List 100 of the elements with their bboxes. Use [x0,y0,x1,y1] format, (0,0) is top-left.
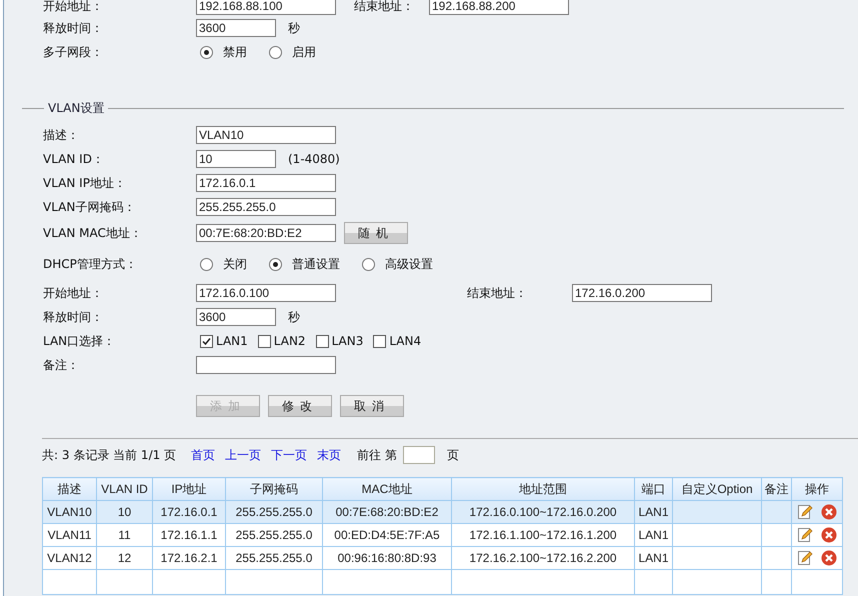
field-label: VLAN ID： [43,150,105,168]
radio-icon[interactable] [269,46,282,58]
radio-icon[interactable] [362,258,375,270]
hint-label: (1-4080) [288,152,340,166]
table-row[interactable]: VLAN10 10 172.16.0.1 255.255.255.0 00:7E:68:20:BD:E2 172.16.0.100~172.16.0.200 LAN1 [42,500,842,524]
edit-icon[interactable] [797,504,813,520]
radio-icon[interactable] [200,46,213,58]
input-field[interactable]: 255.255.255.0 [196,198,336,216]
table-cell: LAN1 [638,505,669,519]
page-link[interactable]: 末页 [317,446,342,464]
edit-icon[interactable] [797,550,813,566]
field-label: 结束地址： [467,284,528,302]
checkbox-option[interactable]: LAN3 [316,334,364,348]
input-field[interactable]: VLAN10 [196,126,336,144]
table-cell: 255.255.255.0 [236,528,312,542]
input-field[interactable]: 00:7E:68:20:BD:E2 [196,224,336,242]
input-field[interactable]: 3600 [196,308,276,326]
page-link[interactable]: 下一页 [271,446,308,464]
table-cell: 11 [118,528,131,542]
table-cell: 172.16.1.1 [160,528,218,542]
radio-option[interactable]: 高级设置 [362,256,433,272]
table-cell: VLAN12 [47,551,92,565]
column-header: 操作 [792,478,842,500]
checkbox-icon[interactable] [373,334,386,348]
checkbox-option[interactable]: LAN2 [258,334,306,348]
table-cell: 172.16.2.1 [160,551,218,565]
column-header: 备注 [762,478,792,500]
table-cell: LAN1 [638,528,669,542]
radio-option[interactable]: 禁用 [200,44,247,60]
table-cell: 172.16.2.100~172.16.2.200 [469,551,617,565]
input-field[interactable] [196,356,336,374]
table-cell: 255.255.255.0 [236,551,312,565]
table-cell: VLAN10 [47,505,92,519]
table-cell: 00:7E:68:20:BD:E2 [336,505,438,519]
field-label: 多子网段： [43,44,104,60]
table-cell: 00:ED:D4:5E:7F:A5 [334,528,440,542]
table-cell: 255.255.255.0 [236,505,312,519]
checkbox-option[interactable]: LAN1 [200,334,248,348]
column-header: 自定义Option [672,478,762,500]
column-header: 子网掩码 [226,478,322,500]
checkbox-icon[interactable] [258,334,271,348]
record-summary: 共: 3 条记录 当前 1/1 页 [42,446,176,464]
checkbox-icon[interactable] [316,334,329,348]
radio-option[interactable]: 普通设置 [269,256,340,272]
field-label: 释放时间： [43,308,104,326]
hint-label: 秒 [288,308,300,326]
input-field[interactable]: 192.168.88.100 [196,0,336,15]
column-header: 描述 [42,478,96,500]
input-field[interactable]: 3600 [196,19,276,37]
table-cell: VLAN11 [48,528,92,542]
column-header: IP地址 [152,478,226,500]
unit-label: 秒 [288,20,300,36]
delete-icon[interactable] [821,504,837,520]
input-field[interactable]: 172.16.0.100 [196,284,336,302]
radio-option[interactable]: 启用 [269,44,316,60]
field-label: 结束地址： [354,0,415,14]
column-header: 地址范围 [452,478,634,500]
field-label: 开始地址： [43,0,104,14]
random-button[interactable]: 随机 [344,222,408,244]
column-header: MAC地址 [322,478,452,500]
radio-icon[interactable] [269,258,282,270]
column-header: 端口 [634,478,672,500]
page-link[interactable]: 首页 [191,446,216,464]
checkbox-option[interactable]: LAN4 [373,334,422,348]
field-label: 备注： [43,356,80,374]
action-button[interactable]: 修改 [268,395,332,417]
action-button[interactable]: 取消 [340,395,404,417]
field-label: VLAN IP地址： [43,174,127,192]
table-cell: 10 [118,505,132,519]
table-cell: 00:96:16:80:8D:93 [338,551,436,565]
table-cell: 172.16.0.100~172.16.0.200 [469,505,617,519]
checkbox-icon[interactable] [200,334,213,348]
radio-icon[interactable] [200,258,213,270]
table-row[interactable]: VLAN11 11 172.16.1.1 255.255.255.0 00:ED:D4:5E:7F:A5 172.16.1.100~172.16.1.200 LAN1 [42,524,842,546]
field-label: 开始地址： [43,284,104,302]
page-input[interactable] [402,446,435,464]
page-unit: 页 [446,446,459,464]
table-cell: 172.16.1.100~172.16.1.200 [469,528,617,542]
column-header: VLAN ID [96,478,152,500]
field-label: DHCP管理方式： [43,256,138,272]
goto-label: 前往 第 [357,446,397,464]
field-label: VLAN MAC地址： [43,224,143,242]
page-link[interactable]: 上一页 [225,446,262,464]
input-field[interactable]: 10 [196,150,276,168]
edit-icon[interactable] [797,527,813,543]
input-field[interactable]: 172.16.0.1 [196,174,336,192]
radio-option[interactable]: 关闭 [200,256,247,272]
table-row[interactable]: VLAN12 12 172.16.2.1 255.255.255.0 00:96:16:80:8D:93 172.16.2.100~172.16.2.200 LAN1 [42,546,842,570]
table-cell: 172.16.0.1 [160,505,218,519]
field-label: VLAN子网掩码： [43,198,136,216]
delete-icon[interactable] [821,527,837,543]
section-title: VLAN设置 [47,100,106,117]
field-label: 释放时间： [43,20,104,36]
table-cell: LAN1 [638,551,669,565]
delete-icon[interactable] [821,550,837,566]
field-label: 描述： [43,126,80,144]
input-field[interactable]: 192.168.88.200 [429,0,569,15]
table-cell: 12 [118,551,132,565]
field-label: LAN口选择： [43,332,116,350]
input-field[interactable]: 172.16.0.200 [572,284,712,302]
